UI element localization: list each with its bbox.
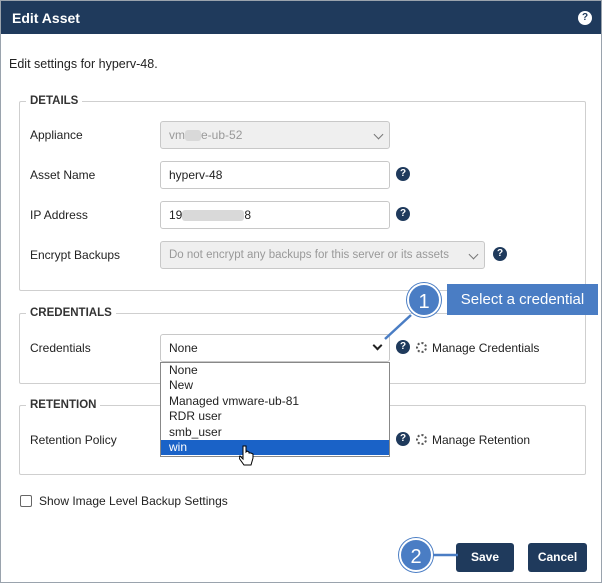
- callout-2-badge: 2: [399, 538, 433, 572]
- callout-1-text: Select a credential: [447, 284, 598, 315]
- pointer-cursor-icon: [239, 445, 254, 466]
- callout-1-badge: 1: [407, 283, 441, 317]
- edit-asset-dialog: Edit Asset ? Edit settings for hyperv-48…: [0, 0, 602, 583]
- callout-1-connector: [384, 314, 412, 340]
